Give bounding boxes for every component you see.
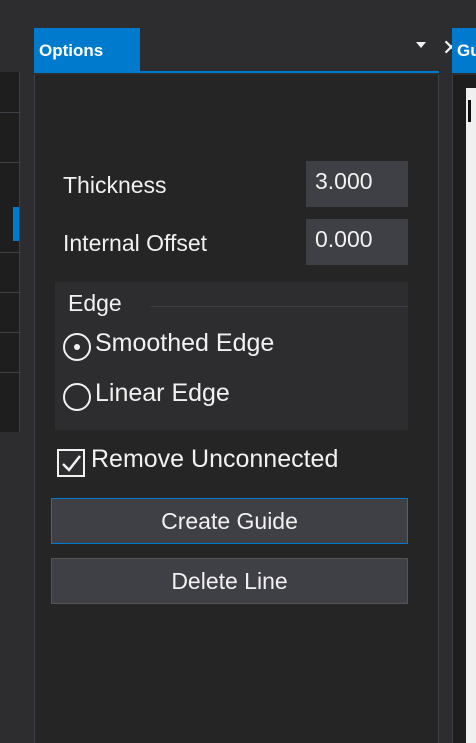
top-strip (0, 0, 476, 28)
edge-group-title: Edge (68, 290, 122, 316)
options-panel: Thickness 3.000 Internal Offset 0.000 Ed… (34, 75, 439, 743)
remove-unconnected-label: Remove Unconnected (91, 445, 339, 473)
tab-options[interactable]: Options (34, 28, 140, 73)
left-docked-panel (0, 72, 20, 432)
internal-offset-input[interactable]: 0.000 (306, 219, 408, 265)
text-cursor (468, 100, 471, 122)
left-panel-row[interactable] (0, 372, 19, 373)
create-guide-button[interactable]: Create Guide (51, 498, 408, 544)
left-panel-row[interactable] (0, 252, 19, 253)
left-panel-row[interactable] (0, 292, 19, 293)
left-panel-row[interactable] (0, 112, 19, 113)
edge-groupbox: Edge Smoothed Edge Linear Edge (55, 282, 408, 430)
radio-dot (74, 344, 80, 350)
radio-unselected-icon[interactable] (63, 383, 91, 411)
smoothed-edge-label: Smoothed Edge (95, 329, 275, 357)
thickness-input[interactable]: 3.000 (306, 161, 408, 207)
tab-guide[interactable]: Gu (452, 28, 476, 73)
options-tab-strip: Options ✕ (34, 28, 460, 73)
checkmark-icon[interactable] (57, 449, 85, 477)
groupbox-divider (151, 306, 408, 307)
delete-line-button[interactable]: Delete Line (51, 558, 408, 604)
radio-selected-icon[interactable] (63, 333, 91, 361)
dropdown-menu-icon[interactable] (413, 37, 429, 53)
thickness-label: Thickness (63, 172, 167, 198)
tab-options-label: Options (39, 41, 104, 60)
right-panel-canvas[interactable] (466, 88, 476, 743)
smoothed-edge-radio[interactable]: Smoothed Edge (63, 329, 363, 365)
linear-edge-radio[interactable]: Linear Edge (63, 379, 363, 415)
linear-edge-label: Linear Edge (95, 379, 230, 407)
internal-offset-label: Internal Offset (63, 230, 208, 256)
left-panel-selection[interactable] (13, 207, 19, 241)
tab-guide-label: Gu (457, 41, 476, 60)
left-panel-row[interactable] (0, 332, 19, 333)
left-panel-row[interactable] (0, 162, 19, 163)
remove-unconnected-checkbox[interactable]: Remove Unconnected (57, 445, 407, 481)
